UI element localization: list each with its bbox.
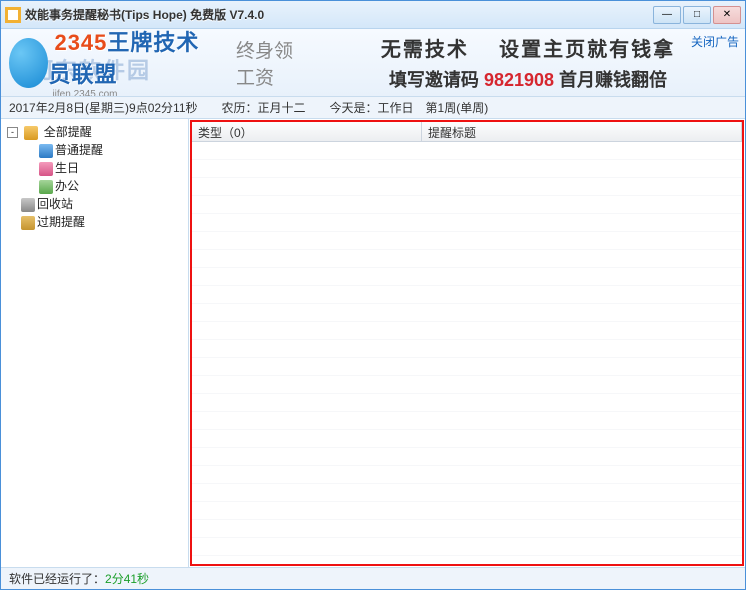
list-highlight-box: 类型（0） 提醒标题 bbox=[190, 120, 744, 566]
jifen-url: jifen.2345.com bbox=[52, 89, 222, 97]
brand-2345: 2345 bbox=[54, 30, 107, 55]
tree-label[interactable]: 全部提醒 bbox=[44, 125, 92, 139]
birthday-icon bbox=[39, 162, 53, 176]
normal-icon bbox=[39, 144, 53, 158]
tree-item-normal[interactable]: 普通提醒 bbox=[23, 141, 186, 159]
expired-icon bbox=[21, 216, 35, 230]
category-tree: - 全部提醒 普通提醒 生日 办公 回收站 过期提醒 bbox=[1, 119, 189, 567]
brand-subtext: 终身领工资 bbox=[236, 36, 311, 90]
close-ad-link[interactable]: 关闭广告 bbox=[691, 33, 739, 50]
tree-item-office[interactable]: 办公 bbox=[23, 177, 186, 195]
column-type[interactable]: 类型（0） bbox=[192, 122, 422, 141]
window-controls: — □ ✕ bbox=[653, 6, 741, 24]
pitch-2-pre: 填写邀请码 bbox=[389, 70, 479, 90]
tree-label[interactable]: 回收站 bbox=[37, 197, 73, 211]
window-title: 效能事务提醒秘书(Tips Hope) 免费版 V7.4.0 bbox=[25, 6, 653, 23]
body-area: - 全部提醒 普通提醒 生日 办公 回收站 过期提醒 类型（0） 提醒标题 bbox=[1, 119, 745, 567]
pitch-1b: 设置主页就有钱拿 bbox=[499, 39, 675, 61]
maximize-button[interactable]: □ bbox=[683, 6, 711, 24]
column-title[interactable]: 提醒标题 bbox=[422, 122, 742, 141]
tree-item-trash[interactable]: 回收站 bbox=[5, 195, 186, 213]
status-uptime: 2分41秒 bbox=[105, 570, 149, 587]
tree-label[interactable]: 过期提醒 bbox=[37, 215, 85, 229]
tree-label[interactable]: 办公 bbox=[55, 179, 79, 193]
titlebar: 效能事务提醒秘书(Tips Hope) 免费版 V7.4.0 — □ ✕ bbox=[1, 1, 745, 29]
pitch-1a: 无需技术 bbox=[381, 39, 469, 61]
trash-icon bbox=[21, 198, 35, 212]
date-bar: 2017年2月8日(星期三)9点02分11秒 农历：正月十二 今天是：工作日 第… bbox=[1, 97, 745, 119]
list-rows-empty[interactable] bbox=[192, 142, 742, 564]
tree-item-all[interactable]: - 全部提醒 普通提醒 生日 办公 bbox=[5, 123, 186, 195]
date-text: 2017年2月8日(星期三)9点02分11秒 bbox=[9, 99, 198, 116]
tree-item-birthday[interactable]: 生日 bbox=[23, 159, 186, 177]
status-prefix: 软件已经运行了： bbox=[9, 570, 105, 587]
status-bar: 软件已经运行了： 2分41秒 bbox=[1, 567, 745, 589]
expand-toggle-icon[interactable]: - bbox=[7, 127, 18, 138]
pitch-2-post: 首月赚钱翻倍 bbox=[559, 70, 667, 90]
invite-code: 9821908 bbox=[484, 70, 554, 90]
today-text: 今天是：工作日 第1周(单周) bbox=[330, 99, 489, 116]
tree-label[interactable]: 普通提醒 bbox=[55, 143, 103, 157]
office-icon bbox=[39, 180, 53, 194]
list-header: 类型（0） 提醒标题 bbox=[192, 122, 742, 142]
mascot-icon bbox=[9, 38, 48, 88]
tree-label[interactable]: 生日 bbox=[55, 161, 79, 175]
tree-item-expired[interactable]: 过期提醒 bbox=[5, 213, 186, 231]
banner-logo-area: 2345王牌技术员联盟 jifen.2345.com 终身领工资 bbox=[1, 29, 311, 96]
app-window: 效能事务提醒秘书(Tips Hope) 免费版 V7.4.0 — □ ✕ 河东软… bbox=[0, 0, 746, 590]
minimize-button[interactable]: — bbox=[653, 6, 681, 24]
ad-banner: 河东软件园 2345王牌技术员联盟 jifen.2345.com 终身领工资 无… bbox=[1, 29, 745, 97]
folder-all-icon bbox=[24, 126, 38, 140]
app-icon bbox=[5, 7, 21, 23]
close-button[interactable]: ✕ bbox=[713, 6, 741, 24]
banner-pitch[interactable]: 无需技术 设置主页就有钱拿 填写邀请码 9821908 首月赚钱翻倍 bbox=[311, 29, 745, 97]
lunar-text: 农历：正月十二 bbox=[222, 99, 306, 116]
reminder-list: 类型（0） 提醒标题 bbox=[189, 119, 745, 567]
